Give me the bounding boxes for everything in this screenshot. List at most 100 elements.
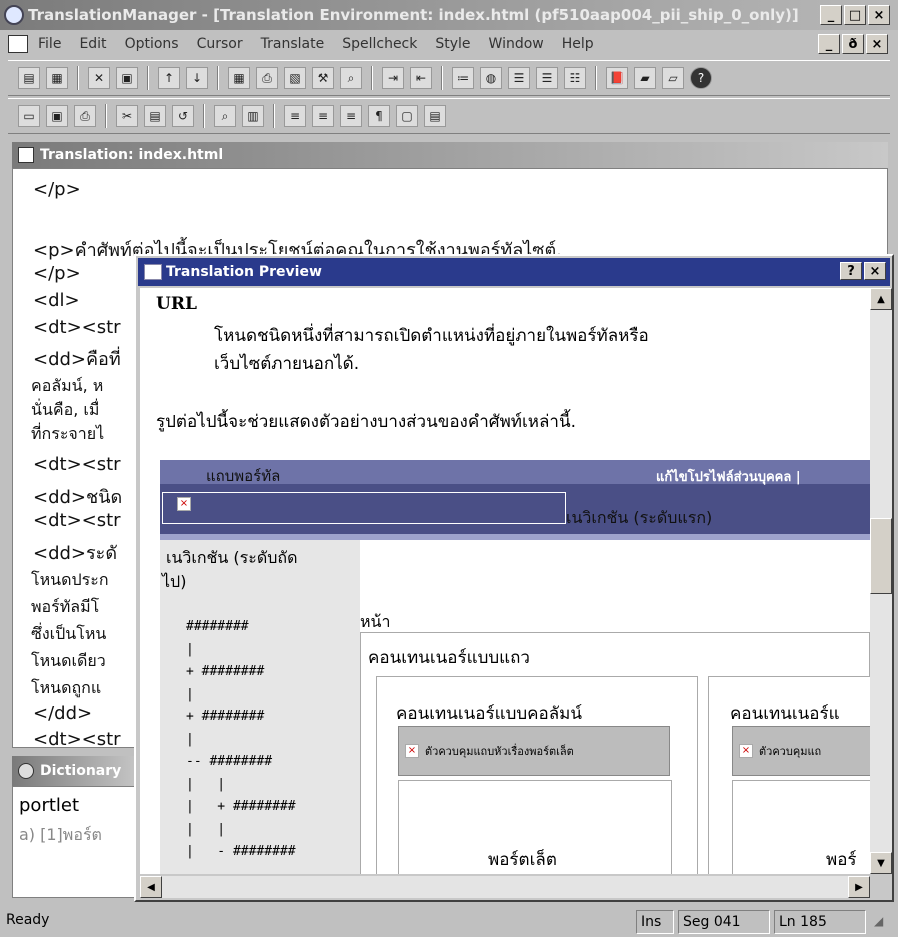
search-replace-icon[interactable]: ⌕ bbox=[340, 67, 362, 89]
dictionary-panel[interactable]: portlet a) [1]พอร์ต bbox=[12, 786, 142, 898]
portlet-titlebar: × ตัวควบคุมแถ bbox=[732, 726, 870, 776]
open-folder-icon[interactable]: ▭ bbox=[18, 105, 40, 127]
book-edit-icon[interactable]: ▱ bbox=[662, 67, 684, 89]
toolbar-main: ▤ ▦ ✕ ▣ ↑ ↓ ▦ ⎙ ▧ ⚒ ⌕ ⇥ ⇤ ≔ ◍ ☰ ☰ ☷ 📕 ▰ … bbox=[8, 60, 890, 96]
vertical-scrollbar[interactable]: ▲ ▼ bbox=[870, 288, 892, 874]
editor-line: <dt><str bbox=[33, 729, 121, 748]
calculator-icon[interactable]: ▦ bbox=[228, 67, 250, 89]
menu-bar: File Edit Options Cursor Translate Spell… bbox=[0, 31, 898, 57]
menu-translate[interactable]: Translate bbox=[261, 36, 325, 52]
properties-icon[interactable]: ▦ bbox=[46, 67, 68, 89]
editor-line: </p> bbox=[33, 263, 81, 284]
preview-close-button[interactable]: × bbox=[864, 262, 886, 280]
checklist-icon[interactable]: ☷ bbox=[564, 67, 586, 89]
scroll-up-icon[interactable]: ▲ bbox=[870, 288, 892, 310]
format-down-icon[interactable]: ↓ bbox=[186, 67, 208, 89]
paragraph-icon[interactable]: ¶ bbox=[368, 105, 390, 127]
help-icon[interactable]: ? bbox=[690, 67, 712, 89]
print-setup-icon[interactable]: ⎙ bbox=[74, 105, 96, 127]
column-container-label: คอนเทนเนอร์แบบคอลัมน์ bbox=[396, 704, 582, 724]
dictionary-panel-header: Dictionary bbox=[12, 756, 142, 786]
insert-mode-indicator: Ins bbox=[636, 910, 674, 934]
doc-restore-button[interactable]: ð bbox=[842, 34, 864, 54]
line-indicator: Ln 185 bbox=[774, 910, 866, 934]
portlet-titlebar-label: ตัวควบคุมแถ bbox=[759, 745, 822, 758]
scroll-thumb[interactable] bbox=[870, 518, 892, 594]
editor-line: <dl> bbox=[33, 290, 80, 311]
portlet-label: พอร์ตเล็ต bbox=[488, 850, 557, 870]
menu-file[interactable]: File bbox=[38, 36, 61, 52]
indent-icon[interactable]: ⇥ bbox=[382, 67, 404, 89]
list-icon[interactable]: ☰ bbox=[508, 67, 530, 89]
copy-icon[interactable]: ▣ bbox=[116, 67, 138, 89]
editor-line: <dd>ระดั bbox=[33, 543, 118, 564]
editor-line: </p> bbox=[33, 179, 81, 200]
column-container-label: คอนเทนเนอร์แ bbox=[730, 704, 840, 724]
doc-minimize-button[interactable]: _ bbox=[818, 34, 840, 54]
row-container-label: คอนเทนเนอร์แบบแถว bbox=[368, 648, 530, 668]
editor-line: คอลัมน์, ห bbox=[31, 376, 104, 395]
preview-icon[interactable]: ▧ bbox=[284, 67, 306, 89]
menu-window[interactable]: Window bbox=[489, 36, 544, 52]
close-button[interactable]: × bbox=[868, 5, 890, 25]
editor-line: <dd>คือที่ bbox=[33, 349, 121, 370]
preview-help-button[interactable]: ? bbox=[840, 262, 862, 280]
save-icon[interactable]: ▣ bbox=[46, 105, 68, 127]
url-term: URL bbox=[156, 294, 197, 314]
scroll-right-icon[interactable]: ▶ bbox=[848, 876, 870, 898]
numbered-list-icon[interactable]: ≔ bbox=[452, 67, 474, 89]
dictionary-panel-title: Dictionary bbox=[40, 763, 122, 779]
nav-next-label: เนวิเกชัน (ระดับถัด bbox=[166, 548, 298, 567]
list-alt-icon[interactable]: ☰ bbox=[536, 67, 558, 89]
editor-line: โหนดเดียว bbox=[31, 651, 106, 670]
horizontal-scrollbar[interactable]: ◀ ▶ bbox=[140, 876, 870, 898]
menu-options[interactable]: Options bbox=[125, 36, 179, 52]
scroll-down-icon[interactable]: ▼ bbox=[870, 852, 892, 874]
minimize-button[interactable]: _ bbox=[820, 5, 842, 25]
translation-panel-title: Translation: index.html bbox=[40, 147, 224, 163]
book-icon[interactable]: ▰ bbox=[634, 67, 656, 89]
page-view-icon[interactable]: ▢ bbox=[396, 105, 418, 127]
cut-icon[interactable]: ✂ bbox=[116, 105, 138, 127]
menu-style[interactable]: Style bbox=[435, 36, 470, 52]
menu-spellcheck[interactable]: Spellcheck bbox=[342, 36, 417, 52]
delete-icon[interactable]: ✕ bbox=[88, 67, 110, 89]
align-right-icon[interactable]: ≡ bbox=[340, 105, 362, 127]
document-icon[interactable] bbox=[8, 35, 28, 53]
resize-grip-icon[interactable]: ◢ bbox=[874, 914, 883, 928]
dictionary-icon[interactable]: 📕 bbox=[606, 67, 628, 89]
editor-line: <dt><str bbox=[33, 454, 121, 475]
print-icon[interactable]: ⎙ bbox=[256, 67, 278, 89]
align-center-icon[interactable]: ≡ bbox=[312, 105, 334, 127]
dictionary-icon bbox=[18, 763, 34, 779]
app-icon bbox=[4, 5, 24, 25]
status-bar: Ready Ins Seg 041 Ln 185 ◢ bbox=[0, 906, 898, 937]
globe-icon[interactable]: ◍ bbox=[480, 67, 502, 89]
window-icon bbox=[144, 264, 162, 280]
menu-edit[interactable]: Edit bbox=[79, 36, 106, 52]
align-left-icon[interactable]: ≡ bbox=[284, 105, 306, 127]
archive-icon[interactable]: ▥ bbox=[242, 105, 264, 127]
maximize-button[interactable]: □ bbox=[844, 5, 866, 25]
menu-cursor[interactable]: Cursor bbox=[197, 36, 243, 52]
paste-icon[interactable]: ▤ bbox=[144, 105, 166, 127]
translation-preview-dialog: Translation Preview ? × URL โหนดชนิดหนึ่… bbox=[134, 254, 894, 902]
editor-line: ที่กระจายไ bbox=[31, 424, 105, 443]
menu-help[interactable]: Help bbox=[562, 36, 594, 52]
undo-icon[interactable]: ↺ bbox=[172, 105, 194, 127]
title-bar: TranslationManager - [Translation Enviro… bbox=[0, 0, 898, 30]
segment-icon[interactable]: ▤ bbox=[18, 67, 40, 89]
portlet-label: พอร์ bbox=[826, 850, 857, 870]
editor-line: <dd>ชนิด bbox=[33, 487, 123, 508]
status-text: Ready bbox=[6, 912, 50, 928]
outdent-icon[interactable]: ⇤ bbox=[410, 67, 432, 89]
document-view-icon[interactable]: ▤ bbox=[424, 105, 446, 127]
portlet-titlebar-label: ตัวควบคุมแถบหัวเรื่องพอร์ตเล็ต bbox=[425, 745, 574, 758]
editor-line: โหนดถูกแ bbox=[31, 678, 102, 697]
doc-close-button[interactable]: × bbox=[866, 34, 888, 54]
find-icon[interactable]: ⌕ bbox=[214, 105, 236, 127]
tools-icon[interactable]: ⚒ bbox=[312, 67, 334, 89]
scroll-left-icon[interactable]: ◀ bbox=[140, 876, 162, 898]
editor-line: <dt><str bbox=[33, 510, 121, 531]
format-up-icon[interactable]: ↑ bbox=[158, 67, 180, 89]
